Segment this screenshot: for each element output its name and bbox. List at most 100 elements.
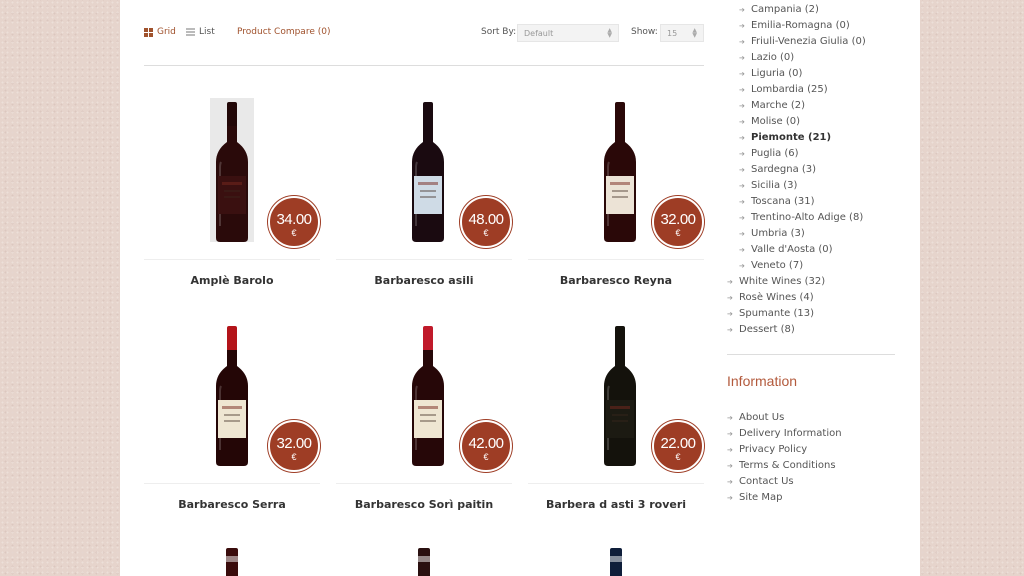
product-image-area[interactable]: 34.00 € bbox=[144, 98, 320, 260]
category-sidebar: ➔ Campania (2) ➔ Emilia-Romagna (0) ➔ Friuli-… bbox=[727, 0, 897, 338]
show-count-select[interactable]: 15 ▲ ▼ bbox=[660, 24, 704, 42]
sort-by-select[interactable]: Default ▲ ▼ bbox=[517, 24, 619, 42]
category-item[interactable]: ➔ Rosè Wines (4) bbox=[727, 290, 897, 306]
category-item[interactable]: ➔ Umbria (3) bbox=[727, 226, 897, 242]
arrow-right-icon: ➔ bbox=[739, 230, 745, 238]
show-text: Show: bbox=[631, 27, 658, 37]
information-link-label: Delivery Information bbox=[739, 428, 842, 439]
category-label: Emilia-Romagna (0) bbox=[751, 20, 850, 31]
information-link[interactable]: ➔ Terms & Conditions bbox=[727, 458, 842, 474]
category-item[interactable]: ➔ Marche (2) bbox=[727, 98, 897, 114]
category-label: Friuli-Venezia Giulia (0) bbox=[751, 36, 866, 47]
category-label: Sardegna (3) bbox=[751, 164, 817, 175]
arrow-right-icon: ➔ bbox=[739, 134, 745, 142]
category-item[interactable]: ➔ Friuli-Venezia Giulia (0) bbox=[727, 34, 897, 50]
category-label: Molise (0) bbox=[751, 116, 801, 127]
product-name[interactable]: Barbaresco asili bbox=[336, 274, 512, 287]
category-item[interactable]: ➔ Sicilia (3) bbox=[727, 178, 897, 194]
product-card[interactable]: 42.00 € Barbaresco Sorì paitin bbox=[336, 322, 512, 511]
information-link[interactable]: ➔ About Us bbox=[727, 410, 842, 426]
arrow-right-icon: ➔ bbox=[739, 150, 745, 158]
category-label: Dessert (8) bbox=[739, 324, 795, 335]
list-view-toggle[interactable]: List bbox=[186, 27, 215, 37]
price-amount: 32.00 bbox=[276, 435, 312, 452]
arrow-right-icon: ➔ bbox=[739, 118, 745, 126]
information-link[interactable]: ➔ Contact Us bbox=[727, 474, 842, 490]
arrow-right-icon: ➔ bbox=[739, 6, 745, 14]
price-amount: 32.00 bbox=[660, 211, 696, 228]
arrow-right-icon: ➔ bbox=[739, 54, 745, 62]
price-amount: 34.00 bbox=[276, 211, 312, 228]
grid-view-toggle[interactable]: Grid bbox=[144, 27, 176, 37]
wine-bottle-image bbox=[610, 548, 622, 576]
arrow-right-icon: ➔ bbox=[727, 494, 733, 502]
information-link-label: Terms & Conditions bbox=[739, 460, 836, 471]
product-image-area[interactable]: 48.00 € bbox=[336, 98, 512, 260]
category-item[interactable]: ➔ Toscana (31) bbox=[727, 194, 897, 210]
category-item[interactable]: ➔ Valle d'Aosta (0) bbox=[727, 242, 897, 258]
product-name[interactable]: Barbaresco Serra bbox=[144, 498, 320, 511]
price-currency: € bbox=[291, 452, 297, 462]
list-icon bbox=[186, 28, 195, 36]
category-label: Lazio (0) bbox=[751, 52, 795, 63]
category-item[interactable]: ➔ Trentino-Alto Adige (8) bbox=[727, 210, 897, 226]
category-item[interactable]: ➔ Lombardia (25) bbox=[727, 82, 897, 98]
product-image-area[interactable]: 32.00 € bbox=[528, 98, 704, 260]
grid-icon bbox=[144, 27, 153, 37]
category-item[interactable]: ➔ Liguria (0) bbox=[727, 66, 897, 82]
category-item[interactable]: ➔ Puglia (6) bbox=[727, 146, 897, 162]
product-card[interactable]: 32.00 € Barbaresco Serra bbox=[144, 322, 320, 511]
information-list: ➔ About Us ➔ Delivery Information ➔ Privacy P… bbox=[727, 410, 842, 506]
arrow-right-icon: ➔ bbox=[739, 166, 745, 174]
category-item[interactable]: ➔ Dessert (8) bbox=[727, 322, 897, 338]
card-divider bbox=[528, 259, 704, 260]
price-badge: 48.00 € bbox=[460, 196, 512, 248]
product-image-area[interactable]: 32.00 € bbox=[144, 322, 320, 484]
card-divider bbox=[336, 259, 512, 260]
category-item[interactable]: ➔ Veneto (7) bbox=[727, 258, 897, 274]
arrow-right-icon: ➔ bbox=[727, 478, 733, 486]
information-link-label: Site Map bbox=[739, 492, 783, 503]
price-currency: € bbox=[483, 452, 489, 462]
arrow-right-icon: ➔ bbox=[739, 38, 745, 46]
arrow-right-icon: ➔ bbox=[739, 246, 745, 254]
sort-by-text: Sort By: bbox=[481, 27, 517, 37]
category-item[interactable]: ➔ Emilia-Romagna (0) bbox=[727, 18, 897, 34]
price-currency: € bbox=[675, 228, 681, 238]
information-link-label: Contact Us bbox=[739, 476, 794, 487]
show-label: Show: bbox=[631, 27, 658, 37]
category-item[interactable]: ➔ Molise (0) bbox=[727, 114, 897, 130]
product-card[interactable] bbox=[528, 546, 704, 576]
information-link[interactable]: ➔ Delivery Information bbox=[727, 426, 842, 442]
price-badge: 34.00 € bbox=[268, 196, 320, 248]
wine-bottle-image bbox=[604, 326, 636, 466]
category-item[interactable]: ➔ White Wines (32) bbox=[727, 274, 897, 290]
product-card[interactable]: 22.00 € Barbera d asti 3 roveri bbox=[528, 322, 704, 511]
category-label: Toscana (31) bbox=[751, 196, 815, 207]
category-label: Spumante (13) bbox=[739, 308, 815, 319]
product-image-area[interactable]: 42.00 € bbox=[336, 322, 512, 484]
product-card[interactable]: 48.00 € Barbaresco asili bbox=[336, 98, 512, 287]
product-name[interactable]: Barbaresco Sorì paitin bbox=[336, 498, 512, 511]
category-item[interactable]: ➔ Spumante (13) bbox=[727, 306, 897, 322]
product-name[interactable]: Barbaresco Reyna bbox=[528, 274, 704, 287]
category-item[interactable]: ➔ Piemonte (21) bbox=[727, 130, 897, 146]
price-badge: 42.00 € bbox=[460, 420, 512, 472]
arrow-right-icon: ➔ bbox=[739, 198, 745, 206]
product-name[interactable]: Amplè Barolo bbox=[144, 274, 320, 287]
product-card[interactable] bbox=[144, 546, 320, 576]
product-image-area[interactable]: 22.00 € bbox=[528, 322, 704, 484]
category-item[interactable]: ➔ Campania (2) bbox=[727, 2, 897, 18]
product-card[interactable]: 34.00 € Amplè Barolo bbox=[144, 98, 320, 287]
arrow-right-icon: ➔ bbox=[739, 214, 745, 222]
product-compare-link[interactable]: Product Compare (0) bbox=[237, 27, 330, 37]
category-label: Lombardia (25) bbox=[751, 84, 828, 95]
product-card[interactable]: 32.00 € Barbaresco Reyna bbox=[528, 98, 704, 287]
sidebar-divider bbox=[727, 354, 895, 355]
information-link[interactable]: ➔ Site Map bbox=[727, 490, 842, 506]
information-link[interactable]: ➔ Privacy Policy bbox=[727, 442, 842, 458]
category-item[interactable]: ➔ Sardegna (3) bbox=[727, 162, 897, 178]
product-card[interactable] bbox=[336, 546, 512, 576]
product-name[interactable]: Barbera d asti 3 roveri bbox=[528, 498, 704, 511]
category-item[interactable]: ➔ Lazio (0) bbox=[727, 50, 897, 66]
